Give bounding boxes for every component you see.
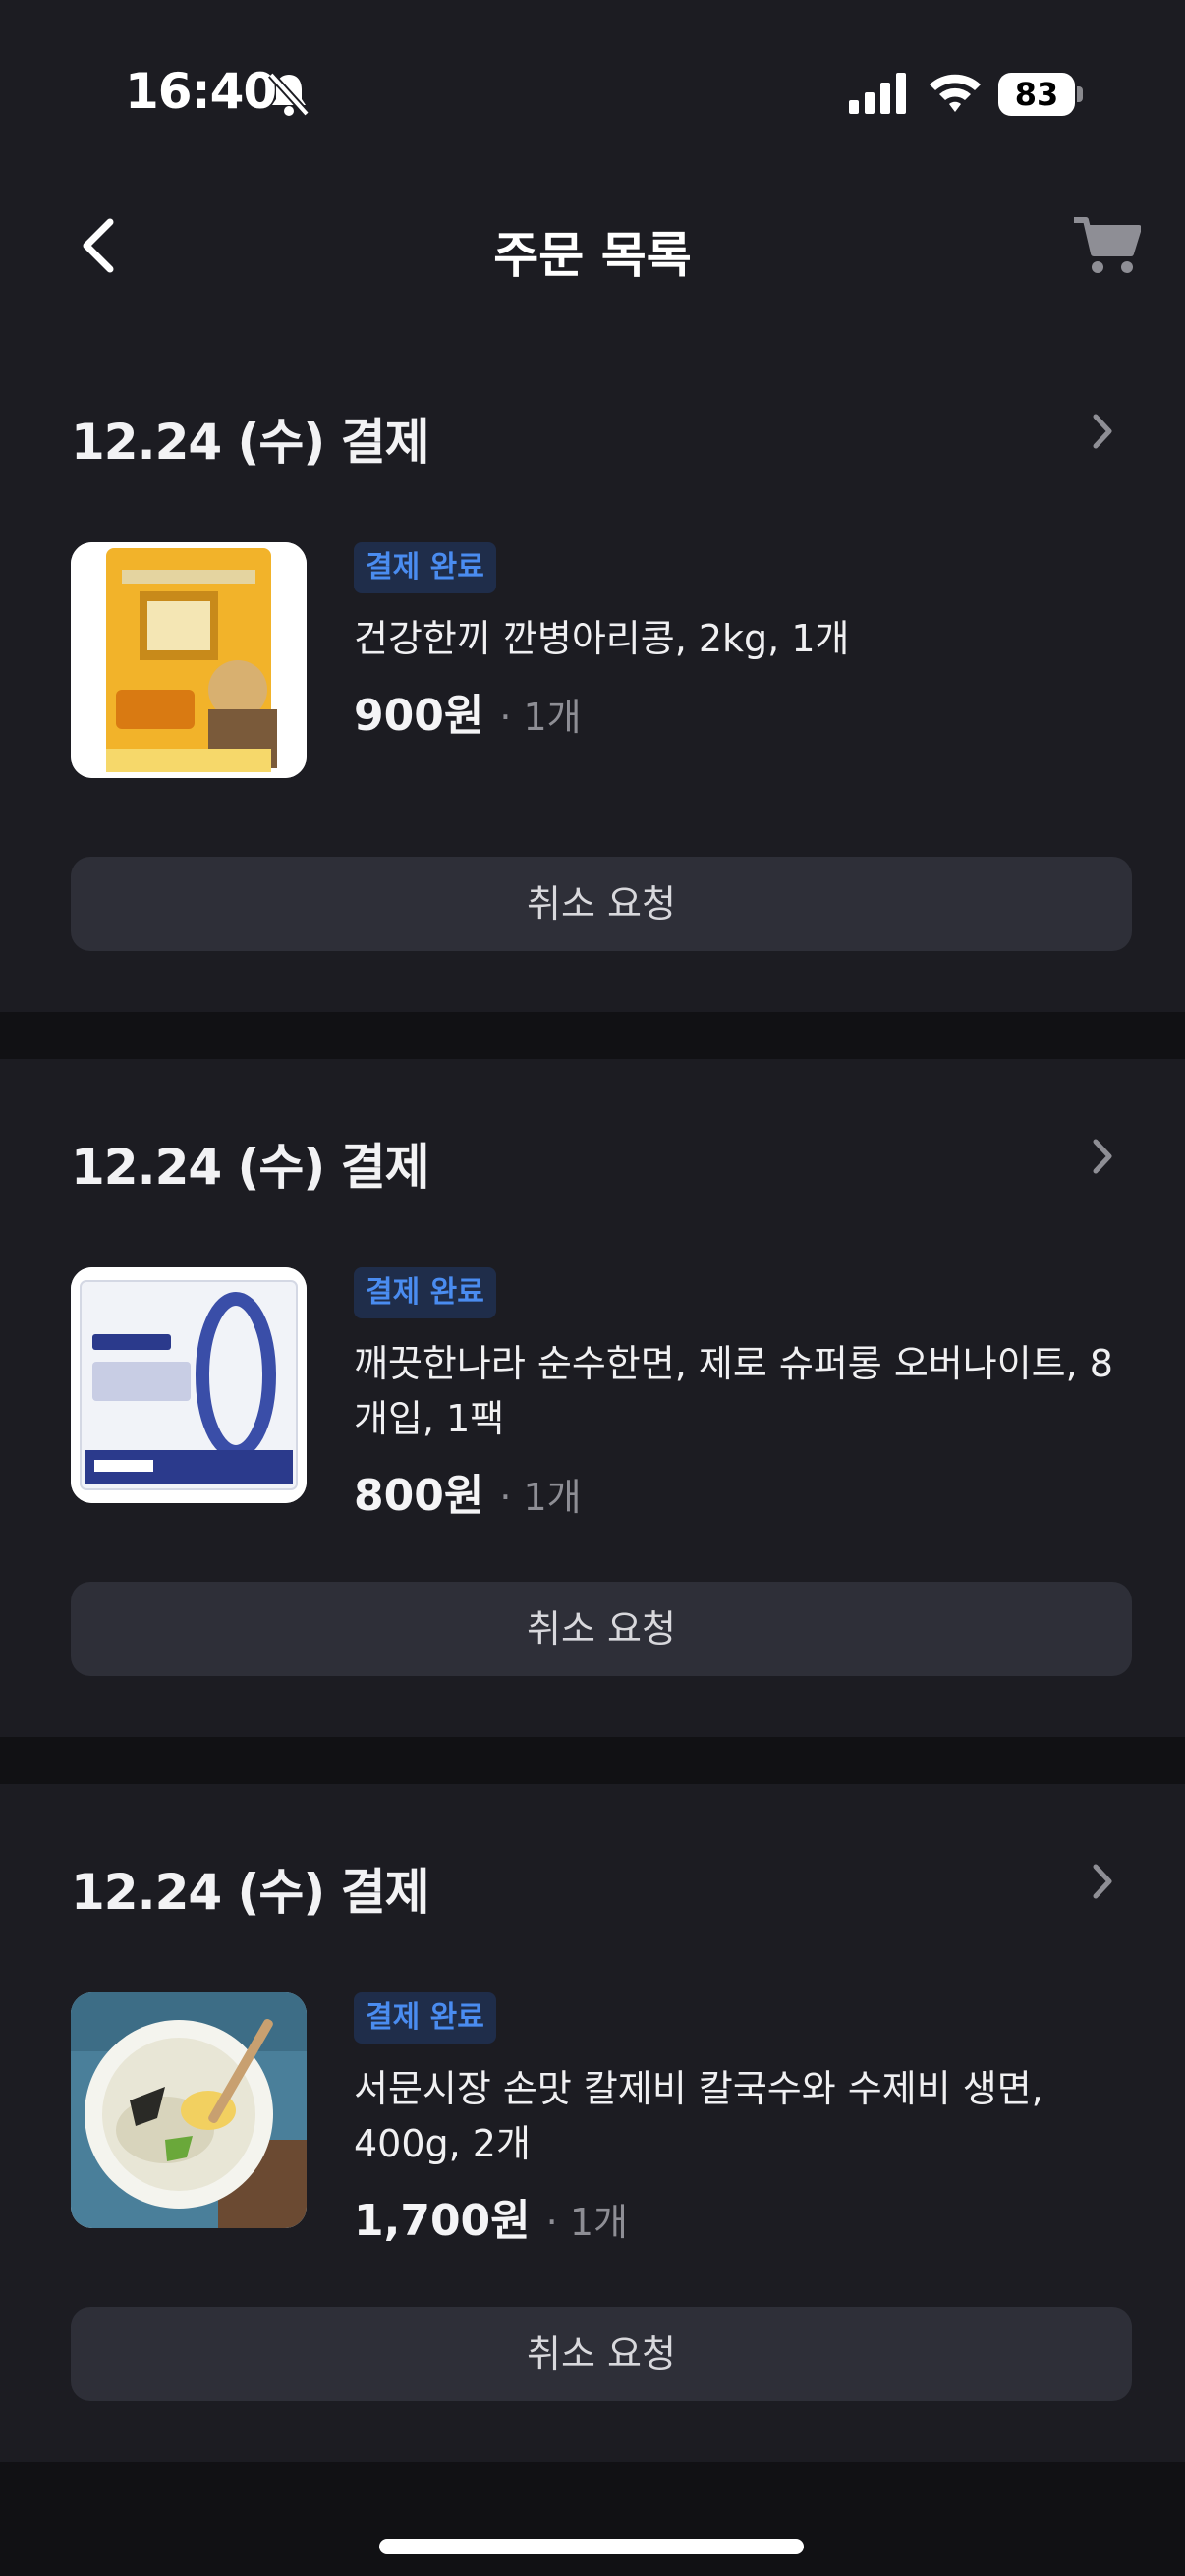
product-name: 깨끗한나라 순수한면, 제로 슈퍼롱 오버나이트, 8개입, 1팩 (354, 1342, 1113, 1440)
cancel-request-button[interactable]: 취소 요청 (71, 1582, 1132, 1676)
product-item[interactable]: 결제 완료 건강한끼 깐병아리콩, 2kg, 1개 900원 · 1개 (71, 542, 1122, 778)
price-row: 900원 · 1개 (354, 680, 1185, 743)
chevron-right-icon[interactable] (1083, 1132, 1122, 1181)
product-name: 서문시장 손맛 칼제비 칼국수와 수제비 생면, 400g, 2개 (354, 2067, 1044, 2165)
page-title: 주문 목록 (493, 227, 692, 284)
order-list: 12.24 (수) 결제 결제 완료 건강한끼 깐병아리콩, 2kg, 1개 9… (0, 334, 1185, 2462)
product-quantity: · 1개 (499, 1476, 582, 1519)
price-row: 1,700원 · 1개 (354, 2185, 1185, 2248)
order-card: 12.24 (수) 결제 (0, 1059, 1185, 1737)
product-item[interactable]: 결제 완료 깨끗한나라 순수한면, 제로 슈퍼롱 오버나이트, 8개입, 1팩 … (71, 1267, 1122, 1521)
battery-level: 83 (998, 73, 1075, 116)
product-info: 결제 완료 건강한끼 깐병아리콩, 2kg, 1개 900원 · 1개 (354, 542, 1185, 743)
cart-icon (1074, 217, 1141, 273)
section-divider (0, 2462, 1185, 2576)
product-thumbnail-pads (71, 1267, 307, 1503)
product-info: 결제 완료 깨끗한나라 순수한면, 제로 슈퍼롱 오버나이트, 8개입, 1팩 … (354, 1267, 1185, 1523)
product-thumbnail-chickpeas (71, 542, 307, 778)
order-date: 12.24 (수) 결제 (71, 1864, 430, 1921)
product-name: 건강한끼 깐병아리콩, 2kg, 1개 (354, 617, 850, 660)
cancel-request-button[interactable]: 취소 요청 (71, 857, 1132, 951)
product-info: 결제 완료 서문시장 손맛 칼제비 칼국수와 수제비 생면, 400g, 2개 … (354, 1992, 1185, 2248)
product-quantity: · 1개 (545, 2201, 628, 2244)
order-header[interactable]: 12.24 (수) 결제 (71, 1843, 1122, 1922)
product-price: 900원 (354, 691, 484, 741)
status-bar: 16:40 83 (0, 0, 1185, 147)
battery-cap (1077, 86, 1083, 102)
product-item[interactable]: 결제 완료 서문시장 손맛 칼제비 칼국수와 수제비 생면, 400g, 2개 … (71, 1992, 1122, 2246)
order-list-screen: 16:40 83 주문 목록 12.24 (수) 결제 결제 완료 건강한끼 깐… (0, 0, 1185, 2576)
order-card: 12.24 (수) 결제 (0, 334, 1185, 1012)
product-thumbnail-noodle-soup (71, 1992, 307, 2228)
order-date: 12.24 (수) 결제 (71, 414, 430, 471)
section-divider (0, 1012, 1185, 1059)
status-badge: 결제 완료 (354, 1992, 496, 2044)
cart-button[interactable] (1067, 206, 1146, 285)
nav-bar: 주문 목록 (0, 187, 1185, 305)
section-divider (0, 1737, 1185, 1784)
bell-slash-icon (268, 72, 310, 117)
order-card: 12.24 (수) 결제 (0, 1784, 1185, 2462)
chevron-right-icon[interactable] (1083, 407, 1122, 456)
product-quantity: · 1개 (499, 696, 582, 739)
status-time: 16:40 (125, 63, 277, 120)
home-indicator[interactable] (379, 2539, 804, 2554)
price-row: 800원 · 1개 (354, 1460, 1185, 1523)
order-header[interactable]: 12.24 (수) 결제 (71, 393, 1122, 472)
status-badge: 결제 완료 (354, 542, 496, 593)
order-header[interactable]: 12.24 (수) 결제 (71, 1118, 1122, 1197)
signal-icon (849, 73, 906, 114)
status-badge: 결제 완료 (354, 1267, 496, 1318)
product-price: 1,700원 (354, 2196, 531, 2246)
cancel-request-button[interactable]: 취소 요청 (71, 2307, 1132, 2401)
product-price: 800원 (354, 1471, 484, 1521)
order-date: 12.24 (수) 결제 (71, 1139, 430, 1196)
wifi-icon (930, 74, 981, 112)
chevron-right-icon[interactable] (1083, 1857, 1122, 1906)
battery-indicator: 83 (998, 73, 1083, 116)
